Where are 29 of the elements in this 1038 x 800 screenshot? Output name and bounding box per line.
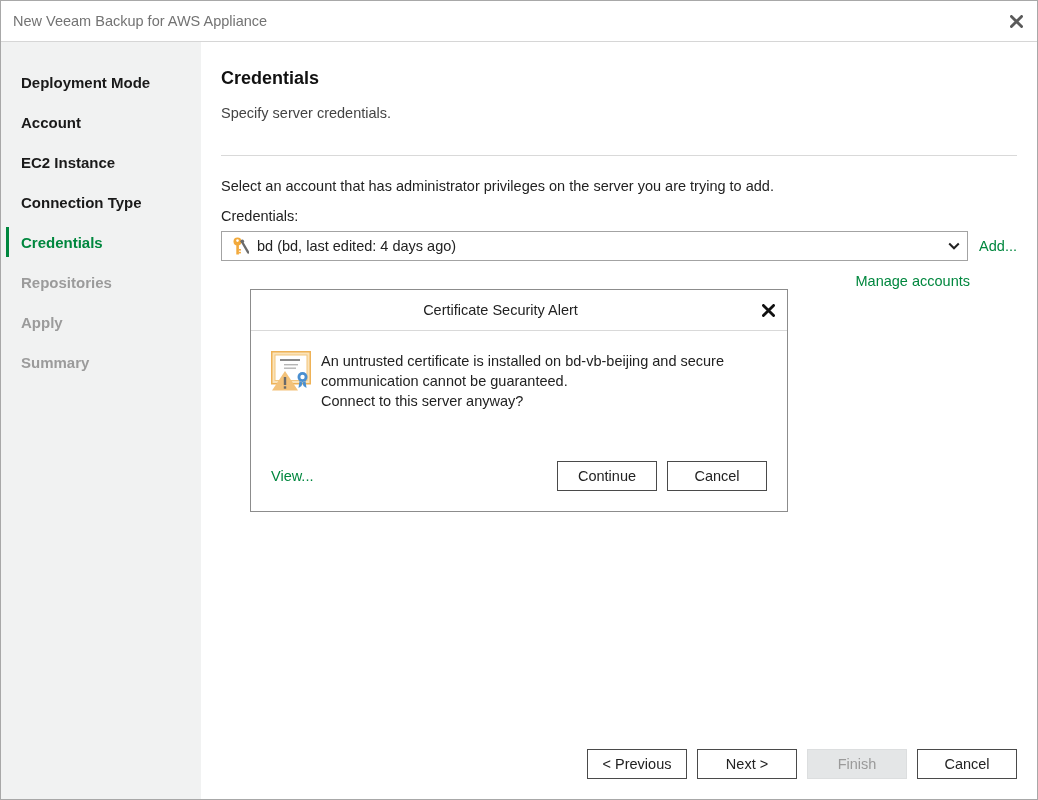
dialog-button[interactable]: Continue xyxy=(557,461,657,491)
step-item[interactable]: EC2 Instance xyxy=(6,147,201,177)
dialog-title: Certificate Security Alert xyxy=(423,302,578,318)
step-item[interactable]: Account xyxy=(6,107,201,137)
chevron-down-icon xyxy=(948,242,961,250)
view-link[interactable]: View... xyxy=(271,466,314,486)
page-title: Credentials xyxy=(221,67,320,90)
close-button[interactable] xyxy=(1010,14,1023,28)
close-icon xyxy=(762,303,775,317)
wizard-button[interactable]: < Previous xyxy=(587,749,687,779)
page-subtitle: Specify server credentials. xyxy=(221,104,392,123)
field-label: Credentials: xyxy=(221,207,299,226)
credentials-dropdown[interactable]: bd (bd, last edited: 4 days ago) xyxy=(221,231,969,261)
certificate-warning-icon xyxy=(271,351,311,391)
dialog-button[interactable]: Cancel xyxy=(667,461,767,491)
add-link[interactable]: Add... xyxy=(979,236,1017,256)
wizard-button[interactable]: Next > xyxy=(697,749,797,779)
step-item[interactable]: Credentials xyxy=(6,227,201,257)
close-icon xyxy=(1010,14,1023,28)
instruction-text: Select an account that has administrator privileges on the server you are trying to add. xyxy=(221,177,774,196)
alert-question: Connect to this server anyway? xyxy=(321,392,524,411)
window-title: New Veeam Backup for AWS Appliance xyxy=(13,13,268,29)
close-button[interactable] xyxy=(762,303,775,317)
step-item[interactable]: Deployment Mode xyxy=(6,67,201,97)
step-item[interactable]: Connection Type xyxy=(6,187,201,217)
wizard-button[interactable]: Cancel xyxy=(917,749,1017,779)
key-icon xyxy=(233,237,249,255)
alert-message: An untrusted certificate is installed on bd-vb-beijing and secure communication cannot be guaranteed. xyxy=(321,352,725,391)
manage-accounts-link[interactable]: Manage accounts xyxy=(855,271,970,291)
